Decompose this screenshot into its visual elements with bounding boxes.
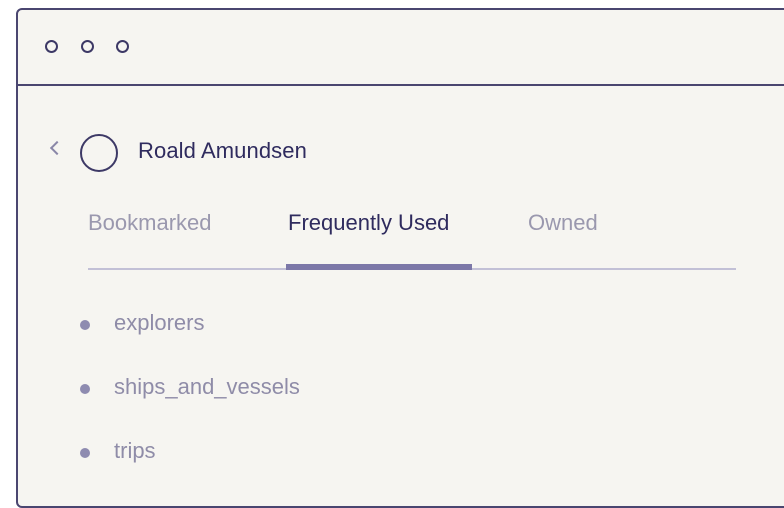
bullet-icon: [80, 320, 90, 330]
user-name: Roald Amundsen: [138, 138, 307, 163]
active-tab-indicator: [286, 264, 472, 270]
window-maximize-dot-icon[interactable]: [116, 40, 129, 53]
bullet-icon: [80, 448, 90, 458]
tab-owned[interactable]: Owned: [528, 210, 598, 236]
chevron-left-icon[interactable]: [49, 140, 65, 156]
title-bar: [18, 10, 784, 86]
tab-bookmarked[interactable]: Bookmarked: [88, 210, 212, 236]
list-item-label: explorers: [114, 310, 205, 335]
avatar-icon: [80, 134, 118, 172]
window-close-dot-icon[interactable]: [45, 40, 58, 53]
list-item-label: ships_and_vessels: [114, 374, 300, 399]
app-window: Roald Amundsen Bookmarked Frequently Use…: [16, 8, 784, 508]
tab-frequently-used[interactable]: Frequently Used: [288, 210, 449, 236]
list-item-label: trips: [114, 438, 156, 463]
tab-bar: Bookmarked Frequently Used Owned: [88, 206, 736, 272]
bullet-icon: [80, 384, 90, 394]
window-minimize-dot-icon[interactable]: [81, 40, 94, 53]
